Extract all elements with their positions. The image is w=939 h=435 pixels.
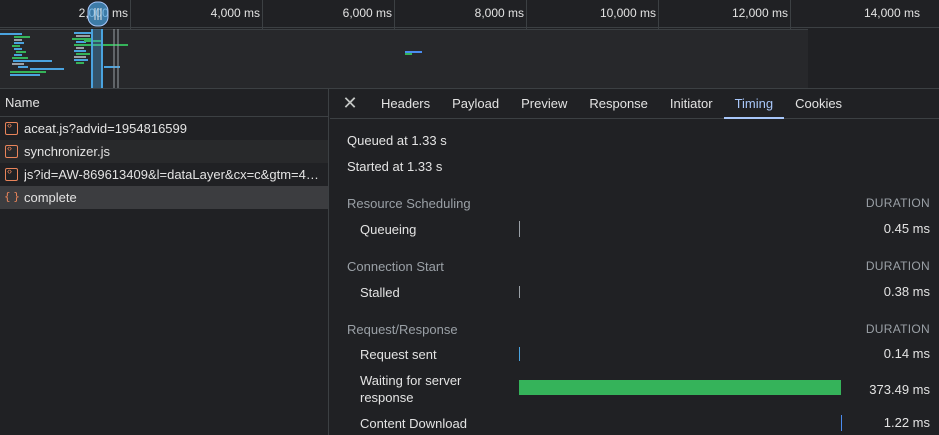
phase-label: Content Download [360, 416, 467, 431]
overview-drag-handle[interactable] [87, 0, 109, 89]
phase-duration: 0.14 ms [883, 346, 930, 361]
request-details-panel: ✕ Headers Payload Preview Response Initi… [330, 89, 939, 435]
network-overview[interactable]: 2,000 ms 4,000 ms 6,000 ms 8,000 ms 10,0… [0, 0, 939, 89]
tab-timing[interactable]: Timing [723, 89, 785, 119]
timing-row-request-sent: Request sent 0.14 ms [330, 346, 930, 366]
request-name: aceat.js?advid=1954816599 [24, 121, 188, 136]
request-name: js?id=AW-869613409&l=dataLayer&cx=c&gtm=… [24, 167, 324, 182]
section-resource-scheduling: Resource Scheduling DURATION [347, 196, 930, 211]
name-column-header[interactable]: Name [0, 89, 328, 117]
tab-headers[interactable]: Headers [370, 89, 441, 118]
phase-label: Stalled [360, 285, 400, 300]
phase-bar [519, 286, 520, 298]
timing-panel: Queued at 1.33 s Started at 1.33 s Resou… [330, 119, 939, 435]
script-icon [5, 120, 18, 135]
tab-response[interactable]: Response [578, 89, 659, 118]
phase-label: Waiting for server response [360, 373, 462, 405]
duration-header: DURATION [865, 322, 930, 336]
script-icon [5, 166, 18, 181]
tick-label-12000: 12,000 ms [731, 6, 788, 20]
section-title: Connection Start [347, 259, 444, 274]
overview-ruler: 2,000 ms 4,000 ms 6,000 ms 8,000 ms 10,0… [0, 0, 939, 88]
tick-label-10000: 10,000 ms [599, 6, 656, 20]
tick-label-8000: 8,000 ms [474, 6, 524, 20]
phase-bar [519, 347, 520, 361]
phase-duration: 373.49 ms [869, 382, 930, 397]
timing-row-content-download: Content Download 1.22 ms [330, 415, 930, 435]
request-list-panel: Name aceat.js?advid=1954816599 synchroni… [0, 89, 329, 435]
section-title: Resource Scheduling [347, 196, 471, 211]
queued-at-text: Queued at 1.33 s [347, 133, 447, 148]
request-name: complete [24, 190, 77, 205]
tab-preview[interactable]: Preview [510, 89, 578, 118]
phase-bar [519, 380, 841, 395]
tab-payload[interactable]: Payload [441, 89, 510, 118]
phase-duration: 0.38 ms [883, 284, 930, 299]
tick-label-14000: 14,000 ms [863, 6, 920, 20]
tick-label-6000: 6,000 ms [342, 6, 392, 20]
phase-duration: 0.45 ms [883, 221, 930, 236]
request-row[interactable]: synchronizer.js [0, 140, 328, 163]
phase-label: Queueing [360, 222, 417, 237]
tick-label-2000: 2,000 ms [79, 6, 128, 20]
duration-header: DURATION [865, 196, 930, 210]
request-name: synchronizer.js [24, 144, 110, 159]
section-connection-start: Connection Start DURATION [347, 259, 930, 274]
timing-row-queueing: Queueing 0.45 ms [330, 221, 930, 241]
tab-initiator[interactable]: Initiator [659, 89, 724, 118]
tick-label-4000: 4,000 ms [210, 6, 260, 20]
json-icon [4, 190, 18, 204]
close-icon[interactable]: ✕ [330, 89, 370, 118]
details-tab-bar: ✕ Headers Payload Preview Response Initi… [330, 89, 939, 119]
phase-bar [841, 415, 842, 431]
phase-bar [519, 221, 520, 237]
request-row-selected[interactable]: complete [0, 186, 328, 209]
request-row[interactable]: aceat.js?advid=1954816599 [0, 117, 328, 140]
section-request-response: Request/Response DURATION [347, 322, 930, 337]
started-at-text: Started at 1.33 s [347, 159, 443, 174]
overview-waterfall [0, 29, 808, 88]
duration-header: DURATION [865, 259, 930, 273]
script-icon [5, 143, 18, 158]
phase-duration: 1.22 ms [883, 415, 930, 430]
request-row[interactable]: js?id=AW-869613409&l=dataLayer&cx=c&gtm=… [0, 163, 328, 186]
timing-row-stalled: Stalled 0.38 ms [330, 284, 930, 304]
section-title: Request/Response [347, 322, 458, 337]
phase-label: Request sent [360, 347, 437, 362]
tab-cookies[interactable]: Cookies [784, 89, 853, 118]
timing-row-waiting: Waiting for server response 373.49 ms [330, 372, 930, 408]
